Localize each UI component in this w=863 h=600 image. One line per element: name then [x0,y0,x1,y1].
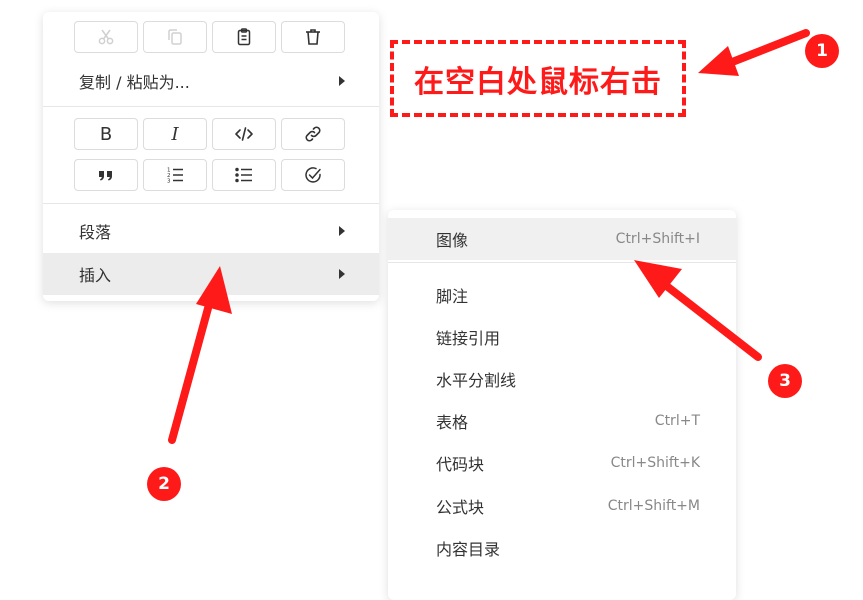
insert-submenu: 图像 Ctrl+Shift+I 脚注 链接引用 水平分割线 表格 Ctrl+T … [388,210,736,600]
copy-button[interactable] [143,21,207,53]
task-list-icon [305,167,321,183]
arrow-1-icon [698,29,810,76]
unordered-list-button[interactable] [212,159,276,191]
shortcut-label: Ctrl+Shift+I [615,231,700,247]
link-button[interactable] [281,118,345,150]
paragraph-label: 段落 [79,223,112,242]
annotation-callout: 在空白处鼠标右击 [390,40,686,117]
shortcut-label: Ctrl+Shift+K [610,455,700,471]
ordered-list-button[interactable]: 1 2 3 [143,159,207,191]
insert-math-block-item[interactable]: 公式块 Ctrl+Shift+M [388,485,736,527]
menu-item-label: 公式块 [436,498,485,517]
format-toolbar-row2: 1 2 3 [74,159,345,191]
insert-item[interactable]: 插入 [43,253,379,295]
menu-divider [43,106,379,107]
edit-toolbar [74,21,345,53]
menu-divider [43,203,379,204]
menu-item-label: 内容目录 [436,540,501,559]
insert-code-block-item[interactable]: 代码块 Ctrl+Shift+K [388,442,736,484]
cut-button[interactable] [74,21,138,53]
badge-number: 3 [779,371,791,391]
step-badge-3: 3 [768,364,802,398]
insert-table-item[interactable]: 表格 Ctrl+T [388,400,736,442]
copy-paste-as-item[interactable]: 复制 / 粘贴为... [43,60,379,102]
paste-button[interactable] [212,21,276,53]
unordered-list-icon [235,167,252,183]
copy-icon [168,29,182,45]
menu-divider [388,262,736,263]
quote-icon [99,171,112,181]
bold-icon: B [99,123,113,145]
callout-text: 在空白处鼠标右击 [414,64,662,100]
copy-paste-as-label: 复制 / 粘贴为... [79,73,190,92]
chevron-right-icon [339,226,345,236]
quote-button[interactable] [74,159,138,191]
code-icon [235,127,253,141]
insert-label: 插入 [79,266,112,285]
shortcut-label: Ctrl+T [654,413,700,429]
badge-number: 1 [816,41,828,61]
menu-item-label: 链接引用 [436,329,501,348]
task-list-button[interactable] [281,159,345,191]
menu-item-label: 图像 [436,231,469,250]
menu-item-label: 水平分割线 [436,371,517,390]
chevron-right-icon [339,269,345,279]
insert-link-reference-item[interactable]: 链接引用 [388,316,736,358]
italic-icon: I [171,123,179,145]
trash-icon [306,29,320,45]
format-toolbar-row1: B I [74,118,345,150]
paste-icon [237,28,251,46]
menu-item-label: 代码块 [436,455,485,474]
delete-button[interactable] [281,21,345,53]
link-icon [305,126,321,142]
ordered-list-icon: 1 2 3 [167,168,183,185]
chevron-right-icon [339,76,345,86]
bold-button[interactable]: B [74,118,138,150]
code-button[interactable] [212,118,276,150]
insert-horizontal-rule-item[interactable]: 水平分割线 [388,358,736,400]
step-badge-2: 2 [147,467,181,501]
svg-text:3: 3 [167,179,171,185]
insert-toc-item[interactable]: 内容目录 [388,527,736,569]
italic-button[interactable]: I [143,118,207,150]
badge-number: 2 [158,474,170,494]
cut-icon [98,29,114,45]
paragraph-item[interactable]: 段落 [43,210,379,252]
menu-item-label: 脚注 [436,287,469,306]
menu-item-label: 表格 [436,413,469,432]
insert-image-item[interactable]: 图像 Ctrl+Shift+I [388,218,736,260]
shortcut-label: Ctrl+Shift+M [607,498,700,514]
insert-footnote-item[interactable]: 脚注 [388,274,736,316]
context-menu: 复制 / 粘贴为... B I 1 2 3 段落 插入 [43,12,379,301]
step-badge-1: 1 [805,34,839,68]
